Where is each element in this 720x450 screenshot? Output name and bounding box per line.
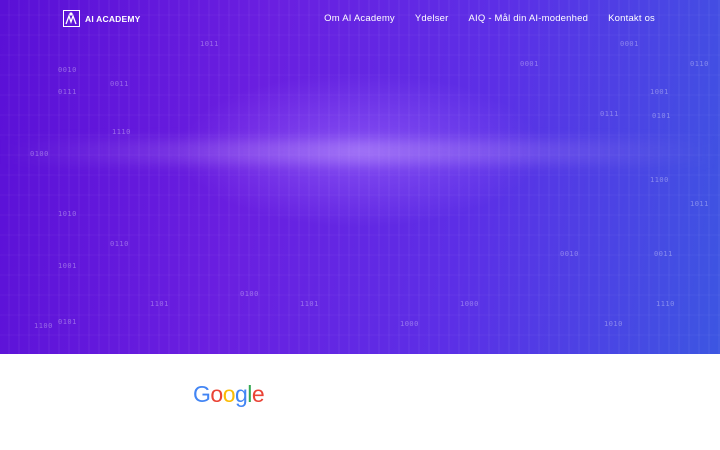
binary-digit-decor: 0100	[240, 290, 259, 298]
nav-item-ydelser[interactable]: Ydelser	[415, 13, 449, 24]
binary-digit-decor: 0111	[600, 110, 619, 118]
binary-digit-decor: 1001	[650, 88, 669, 96]
nav-item-om-ai-academy[interactable]: Om AI Academy	[324, 13, 395, 24]
google-partner-logo: Google	[193, 381, 265, 408]
binary-digit-decor: 1110	[112, 128, 131, 136]
binary-digit-decor: 1100	[650, 176, 669, 184]
google-letter: o	[210, 381, 223, 407]
google-letter: G	[193, 381, 211, 407]
binary-digit-decor: 0110	[110, 240, 129, 248]
main-nav: Om AI Academy Ydelser AIQ - Mål din AI-m…	[324, 13, 655, 24]
binary-digit-decor: 1011	[690, 200, 709, 208]
binary-digit-decor: 0101	[58, 318, 77, 326]
binary-digit-decor: 0101	[652, 112, 671, 120]
binary-digit-decor: 1101	[300, 300, 319, 308]
google-wordmark: Google	[193, 381, 265, 408]
binary-digit-decor: 0100	[30, 150, 49, 158]
binary-digit-decor: 1001	[58, 262, 77, 270]
binary-digit-decor: 1010	[604, 320, 623, 328]
binary-digit-decor: 0111	[58, 88, 77, 96]
binary-digit-decor: 1101	[150, 300, 169, 308]
binary-digit-decor: 1110	[656, 300, 675, 308]
logo[interactable]: AI ACADEMY	[63, 10, 141, 27]
binary-digit-decor: 1010	[58, 210, 77, 218]
binary-digit-decor: 0011	[110, 80, 129, 88]
binary-digit-decor: 0010	[58, 66, 77, 74]
ai-academy-logo-icon	[63, 10, 80, 27]
binary-digit-decor: 1100	[34, 322, 53, 330]
binary-digit-decor: 1000	[400, 320, 419, 328]
nav-item-aiq[interactable]: AIQ - Mål din AI-modenhed	[469, 13, 589, 24]
binary-digit-decor: 1011	[200, 40, 219, 48]
google-letter: e	[251, 381, 265, 407]
top-navigation: AI ACADEMY Om AI Academy Ydelser AIQ - M…	[0, 0, 720, 38]
binary-digit-decor: 0110	[690, 60, 709, 68]
google-letter: o	[222, 381, 236, 407]
google-letter: g	[234, 381, 248, 407]
binary-digit-decor: 0011	[654, 250, 673, 258]
hero-banner: 0010 0111 1010 1001 0101 1100 0011 1110 0110 1011…	[0, 0, 720, 354]
binary-digit-decor: 0010	[560, 250, 579, 258]
hero-binary-decor: 0010 0111 1010 1001 0101 1100 0011 1110 0110 1011…	[0, 0, 720, 354]
binary-digit-decor: 1000	[460, 300, 479, 308]
logo-text: AI ACADEMY	[85, 13, 141, 24]
binary-digit-decor: 0001	[620, 40, 639, 48]
nav-item-kontakt-os[interactable]: Kontakt os	[608, 13, 655, 24]
binary-digit-decor: 0001	[520, 60, 539, 68]
